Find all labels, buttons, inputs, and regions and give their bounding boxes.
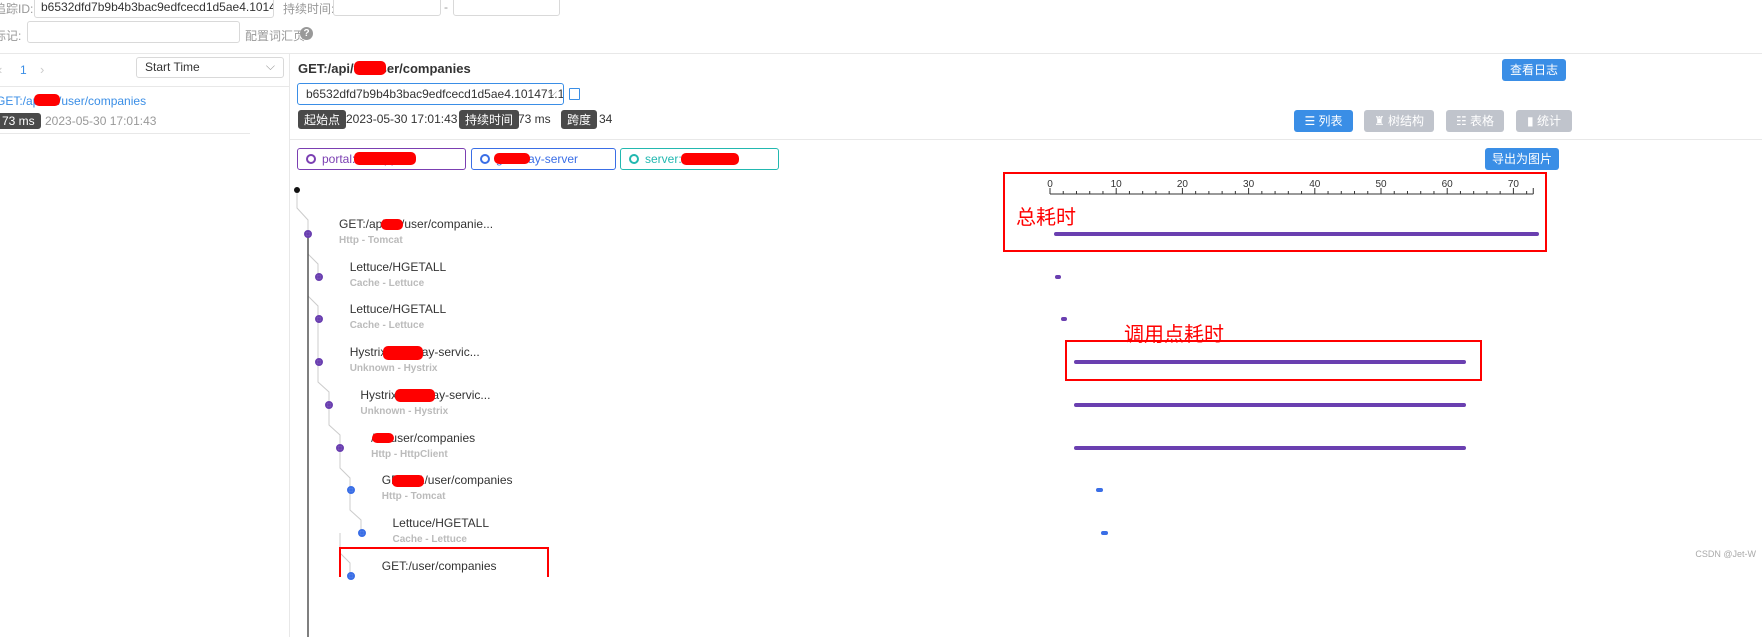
span-duration-bar[interactable]: [1055, 274, 1062, 279]
stats-view-label: 统计: [1536, 114, 1561, 128]
config-link[interactable]: 配置词汇页: [245, 27, 305, 44]
span-title[interactable]: Lettuce/HGETALL: [393, 516, 490, 530]
span-count-value: 34: [599, 112, 613, 126]
help-icon[interactable]: ?: [300, 27, 313, 40]
chevron-down-icon: ⌵: [265, 59, 275, 73]
span-title[interactable]: Lettuce/HGETALL: [350, 260, 447, 274]
detail-divider: [289, 139, 1762, 140]
span-node-dot: [346, 486, 355, 495]
sort-select-value: Start Time: [145, 60, 200, 74]
list-view-button[interactable]: ☰ 列表: [1294, 110, 1353, 132]
trace-id-label: 追踪ID:: [0, 2, 34, 16]
service-tag-portal[interactable]: portal:webapp: [297, 148, 466, 170]
span-node-dot: [314, 358, 323, 367]
span-duration-bar[interactable]: [1073, 402, 1466, 407]
span-subtitle: Http - HttpClient: [371, 448, 448, 460]
next-page-icon[interactable]: ›: [40, 62, 44, 77]
duration-badge: 持续时间: [459, 110, 520, 129]
tag-input[interactable]: [27, 21, 240, 43]
span-duration-bar[interactable]: [1095, 488, 1103, 493]
tree-icon: ♜: [1373, 114, 1389, 128]
export-image-button[interactable]: 导出为图片: [1485, 148, 1559, 170]
span-subtitle: Http - Tomcat: [339, 235, 403, 246]
redaction-mark: [372, 433, 394, 443]
redaction-mark: [392, 475, 424, 487]
list-header-divider: [0, 86, 289, 87]
span-subtitle: Cache - Lettuce: [392, 533, 467, 545]
redaction-mark: [383, 346, 423, 360]
span-node-dot: [357, 528, 366, 537]
total-time-annotation-box: [1003, 172, 1547, 252]
call-time-annotation-label: 调用点耗时: [1124, 322, 1224, 346]
trace-id-input[interactable]: b6532dfd7b9b4b3bac9edfcecd1d5ae4.101471.…: [34, 0, 274, 18]
total-time-annotation-label: 总耗时: [1016, 205, 1076, 229]
span-subtitle: Cache - Lettuce: [349, 277, 425, 289]
span-duration-bar[interactable]: [1100, 530, 1108, 535]
root-dot: [294, 187, 300, 193]
span-count-badge: 跨度: [561, 110, 598, 129]
prev-page-icon[interactable]: ‹: [0, 62, 2, 77]
tree-view-button[interactable]: ♜ 树结构: [1364, 110, 1434, 132]
sort-select[interactable]: Start Time ⌵: [136, 57, 284, 78]
circle-icon: [629, 154, 639, 164]
trace-list-item[interactable]: GET:/api/v1/user/companies 73 ms 2023-05…: [0, 88, 250, 134]
span-duration-bar[interactable]: [1061, 317, 1068, 322]
redaction-mark: [681, 153, 739, 165]
redaction-mark: [494, 153, 530, 164]
span-subtitle: Cache - Lettuce: [349, 320, 425, 332]
list-view-label: 列表: [1318, 114, 1343, 128]
trace-item-endpoint[interactable]: GET:/api/v1/user/companies: [0, 94, 146, 108]
redaction-mark: [354, 61, 386, 75]
span-node-dot: [304, 230, 312, 238]
start-badge: 起始点: [298, 110, 347, 129]
stats-view-button[interactable]: ▮ 统计: [1516, 110, 1572, 132]
tag-label: 标记:: [0, 29, 22, 43]
chevron-down-icon: ⌵: [547, 85, 557, 99]
list-item-divider: [0, 133, 250, 134]
page-number[interactable]: 1: [20, 63, 27, 77]
span-title[interactable]: GET:/api/v1/user/companie...: [339, 217, 493, 231]
service-tag-server[interactable]: server:server: [620, 148, 779, 170]
tree-view-label: 树结构: [1388, 114, 1425, 128]
duration-label: 持续时间:: [283, 2, 335, 16]
header-divider: [0, 53, 1762, 54]
trace-id-select[interactable]: b6532dfd7b9b4b3bac9edfcecd1d5ae4.101471.…: [297, 83, 564, 105]
span-node-dot: [314, 272, 323, 281]
trace-item-duration-badge: 73 ms: [0, 113, 41, 129]
span-subtitle: Unknown - Hystrix: [360, 405, 449, 417]
watermark: CSDN @Jet-W: [1695, 549, 1756, 559]
duration-max-input[interactable]: [453, 0, 560, 16]
copy-icon[interactable]: [569, 88, 580, 100]
trace-id-select-value: b6532dfd7b9b4b3bac9edfcecd1d5ae4.101471.…: [306, 87, 564, 101]
stats-icon: ▮: [1527, 114, 1537, 128]
circle-icon: [480, 154, 490, 164]
circle-icon: [306, 154, 316, 164]
span-title[interactable]: Lettuce/HGETALL: [350, 302, 447, 316]
highlight-annotation-box: [339, 547, 549, 577]
trace-item-start: 2023-05-30 17:01:43: [45, 114, 157, 128]
redaction-mark: [395, 389, 435, 402]
list-icon: ☰: [1304, 114, 1319, 128]
span-subtitle: Http - Tomcat: [381, 491, 446, 503]
duration-min-input[interactable]: [333, 0, 441, 16]
redaction-mark: [354, 152, 416, 165]
redaction-mark: [34, 94, 60, 106]
table-view-label: 表格: [1470, 114, 1495, 128]
span-subtitle: Unknown - Hystrix: [349, 363, 438, 375]
duration-separator: -: [444, 0, 448, 14]
duration-value: 73 ms: [518, 112, 551, 126]
service-tag-gateway[interactable]: gateway-server: [471, 148, 616, 170]
span-duration-bar[interactable]: [1073, 445, 1466, 450]
start-value: 2023-05-30 17:01:43: [346, 112, 458, 126]
table-icon: ☷: [1455, 114, 1471, 128]
view-logs-button[interactable]: 查看日志: [1502, 59, 1566, 81]
redaction-mark: [381, 219, 403, 230]
table-view-button[interactable]: ☷ 表格: [1446, 110, 1504, 132]
span-node-dot: [336, 443, 345, 452]
